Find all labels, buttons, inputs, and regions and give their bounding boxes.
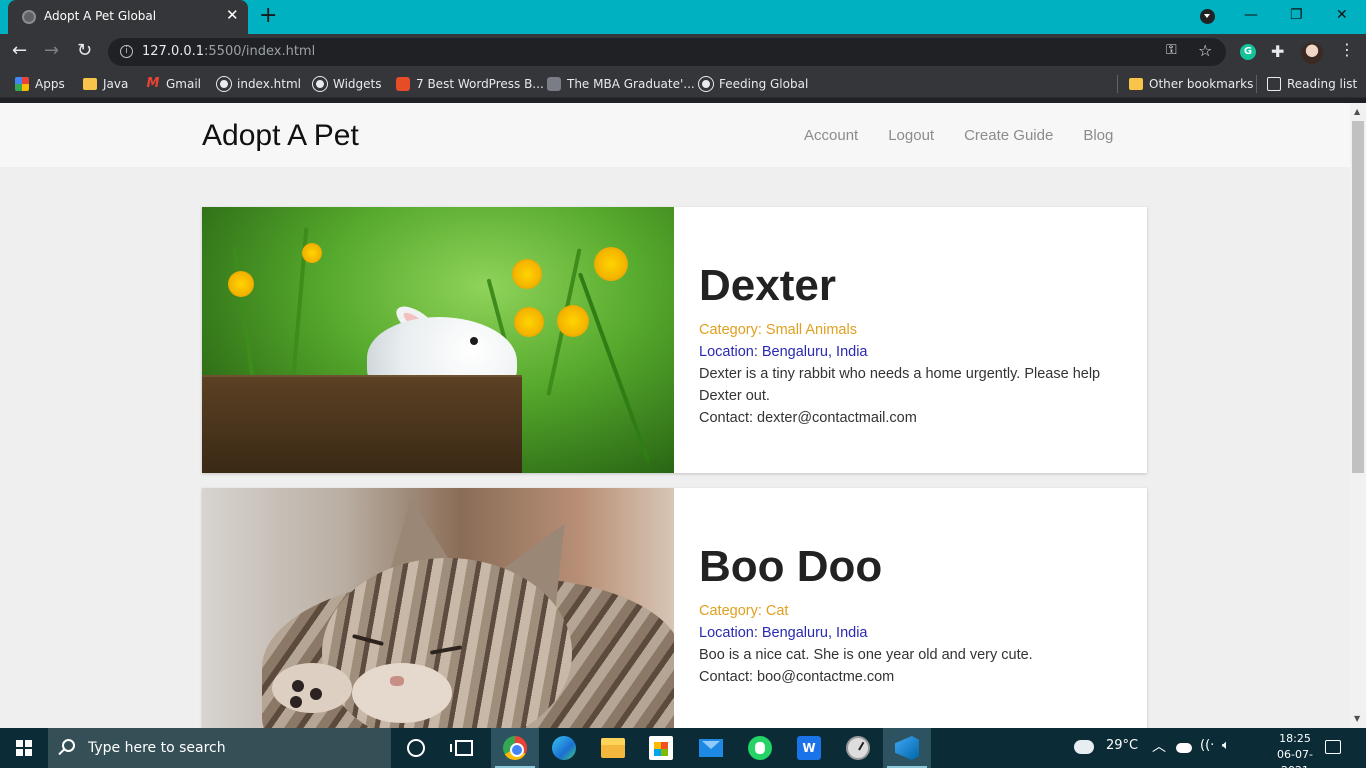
- pet-name: Dexter: [699, 261, 836, 310]
- globe-icon: [313, 77, 327, 91]
- reading-list-icon: [1267, 77, 1281, 91]
- windows-start-icon[interactable]: [16, 740, 32, 756]
- wifi-icon[interactable]: ((·: [1200, 738, 1214, 753]
- pet-contact: Contact: dexter@contactmail.com: [699, 410, 917, 426]
- wordpress-site-icon: [396, 77, 410, 91]
- chevron-up-icon[interactable]: ︿: [1152, 736, 1166, 756]
- bookmark-java[interactable]: Java: [83, 76, 128, 92]
- pet-name: Boo Doo: [699, 542, 883, 591]
- mba-site-icon: [547, 77, 561, 91]
- browser-menu-icon[interactable]: ⋮: [1339, 40, 1355, 59]
- cortana-icon[interactable]: [407, 739, 425, 757]
- scroll-down-arrow-icon[interactable]: ▼: [1354, 714, 1360, 723]
- task-view-icon[interactable]: [450, 740, 473, 756]
- wps-writer-icon[interactable]: W: [797, 736, 821, 760]
- close-tab-icon[interactable]: ✕: [226, 6, 239, 24]
- pet-photo-cat: [202, 488, 674, 728]
- bookmark-feeding-global[interactable]: Feeding Global: [699, 76, 808, 92]
- browser-tab-strip: Adopt A Pet Global ✕ + — ❐ ✕: [0, 0, 1366, 34]
- extensions-puzzle-icon[interactable]: ✚: [1271, 42, 1284, 61]
- globe-icon: [22, 10, 36, 24]
- bookmark-star-icon[interactable]: ☆: [1198, 41, 1212, 60]
- weather-icon[interactable]: [1071, 736, 1094, 754]
- tab-title: Adopt A Pet Global: [44, 9, 157, 23]
- url-text[interactable]: 127.0.0.1:5500/index.html: [142, 44, 315, 59]
- pet-photo-rabbit: [202, 207, 674, 473]
- clock-date: 06-07-2021: [1277, 748, 1313, 768]
- reload-icon[interactable]: ↻: [77, 40, 92, 61]
- nav-logout[interactable]: Logout: [888, 127, 934, 144]
- pet-description: Dexter is a tiny rabbit who needs a home…: [699, 366, 1101, 404]
- other-bookmarks[interactable]: Other bookmarks: [1129, 76, 1253, 92]
- reading-list[interactable]: Reading list: [1267, 76, 1357, 92]
- globe-icon: [217, 77, 231, 91]
- page-scrollbar[interactable]: ▲ ▼: [1350, 103, 1366, 728]
- grammarly-extension-icon[interactable]: G: [1240, 44, 1256, 60]
- pet-card[interactable]: Boo Doo Category: Cat Location: Bengalur…: [202, 488, 1147, 728]
- site-navbar: Adopt A Pet Account Logout Create Guide …: [0, 103, 1350, 167]
- site-brand[interactable]: Adopt A Pet: [202, 119, 359, 153]
- clock-app-icon[interactable]: [846, 736, 870, 760]
- pet-info: Boo Doo Category: Cat Location: Bengalur…: [699, 542, 1119, 688]
- taskbar-search-placeholder: Type here to search: [88, 740, 226, 756]
- mail-icon[interactable]: [699, 739, 723, 757]
- pet-contact: Contact: boo@contactme.com: [699, 669, 895, 685]
- notification-center-icon[interactable]: [1325, 740, 1341, 754]
- globe-icon: [699, 77, 713, 91]
- bookmark-mba-graduate[interactable]: The MBA Graduate'...: [547, 76, 695, 92]
- page-viewport: Adopt A Pet Account Logout Create Guide …: [0, 103, 1350, 728]
- pet-info: Dexter Category: Small Animals Location:…: [699, 261, 1119, 429]
- pet-card[interactable]: Dexter Category: Small Animals Location:…: [202, 207, 1147, 473]
- bookmark-wordpress[interactable]: 7 Best WordPress B...: [396, 76, 544, 92]
- pet-description: Boo is a nice cat. She is one year old a…: [699, 647, 1033, 663]
- nav-create-guide[interactable]: Create Guide: [964, 127, 1053, 144]
- weather-temperature[interactable]: 29°C: [1106, 738, 1138, 753]
- close-window-icon[interactable]: ✕: [1336, 7, 1348, 23]
- bookmarks-divider: [1117, 75, 1118, 93]
- back-icon[interactable]: ←: [12, 40, 27, 61]
- pet-location: Location: Bengaluru, India: [699, 344, 868, 360]
- minimize-icon[interactable]: —: [1244, 7, 1258, 23]
- nav-blog[interactable]: Blog: [1083, 127, 1113, 144]
- restore-icon[interactable]: ❐: [1290, 7, 1303, 23]
- bookmarks-divider: [1256, 75, 1257, 93]
- pet-category: Category: Cat: [699, 603, 789, 619]
- system-clock[interactable]: 18:25 06-07-2021: [1265, 731, 1325, 768]
- scroll-up-arrow-icon[interactable]: ▲: [1354, 107, 1360, 116]
- site-nav-links: Account Logout Create Guide Blog: [804, 127, 1113, 144]
- folder-icon: [1129, 78, 1143, 90]
- taskbar-search-box[interactable]: Type here to search: [48, 728, 391, 768]
- tab-search-icon[interactable]: [1200, 9, 1215, 24]
- gmail-icon: M: [146, 76, 160, 91]
- browser-toolbar: ← → ↻ i 127.0.0.1:5500/index.html ⚿ ☆ G …: [0, 34, 1366, 70]
- chrome-icon[interactable]: [503, 736, 527, 760]
- new-tab-button[interactable]: +: [259, 3, 277, 28]
- search-icon: [62, 739, 75, 752]
- bookmark-widgets[interactable]: Widgets: [313, 76, 382, 92]
- password-key-icon[interactable]: ⚿: [1166, 42, 1177, 58]
- folder-icon: [83, 78, 97, 90]
- address-bar[interactable]: i 127.0.0.1:5500/index.html ⚿ ☆: [108, 38, 1226, 66]
- pet-category: Category: Small Animals: [699, 322, 857, 338]
- bookmark-gmail[interactable]: M Gmail: [146, 76, 201, 92]
- microsoft-store-icon[interactable]: [649, 736, 673, 760]
- edge-icon[interactable]: [552, 736, 576, 760]
- onedrive-icon[interactable]: [1176, 743, 1192, 753]
- bookmark-index-html[interactable]: index.html: [217, 76, 301, 92]
- nav-account[interactable]: Account: [804, 127, 858, 144]
- forward-icon[interactable]: →: [44, 40, 59, 61]
- volume-icon[interactable]: 🔈︎: [1222, 738, 1230, 753]
- site-info-icon[interactable]: i: [120, 45, 133, 58]
- whatsapp-icon[interactable]: [748, 736, 772, 760]
- pet-location: Location: Bengaluru, India: [699, 625, 868, 641]
- file-explorer-icon[interactable]: [601, 738, 625, 758]
- apps-grid-icon: [15, 77, 29, 91]
- bookmark-apps[interactable]: Apps: [15, 76, 65, 92]
- scrollbar-thumb[interactable]: [1352, 121, 1364, 473]
- bookmarks-bar: Apps Java M Gmail index.html Widgets 7 Be…: [0, 70, 1366, 98]
- clock-time: 18:25: [1279, 732, 1311, 745]
- profile-avatar[interactable]: [1301, 42, 1323, 64]
- windows-taskbar: Type here to search W 29°C ︿ ((· 🔈︎ 18:2…: [0, 728, 1366, 768]
- browser-tab-active[interactable]: Adopt A Pet Global ✕: [8, 0, 248, 34]
